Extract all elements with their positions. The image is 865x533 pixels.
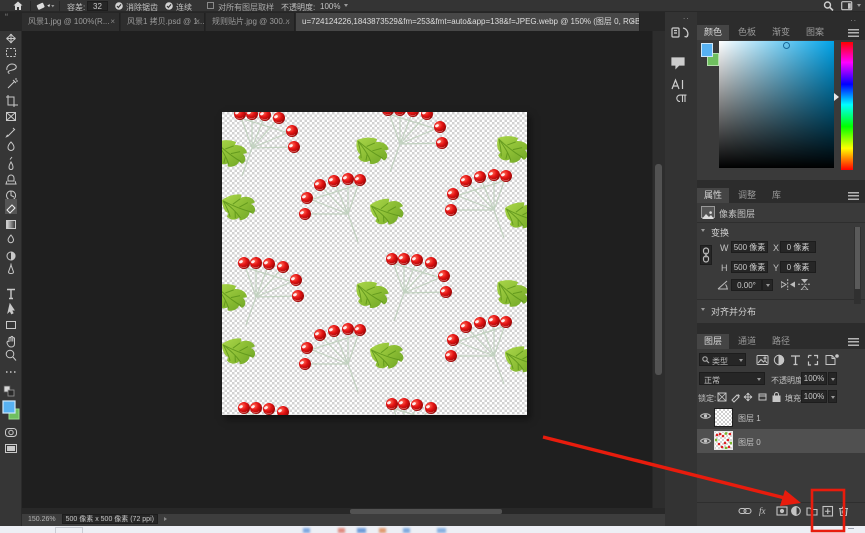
svg-text:fx: fx: [759, 506, 766, 516]
